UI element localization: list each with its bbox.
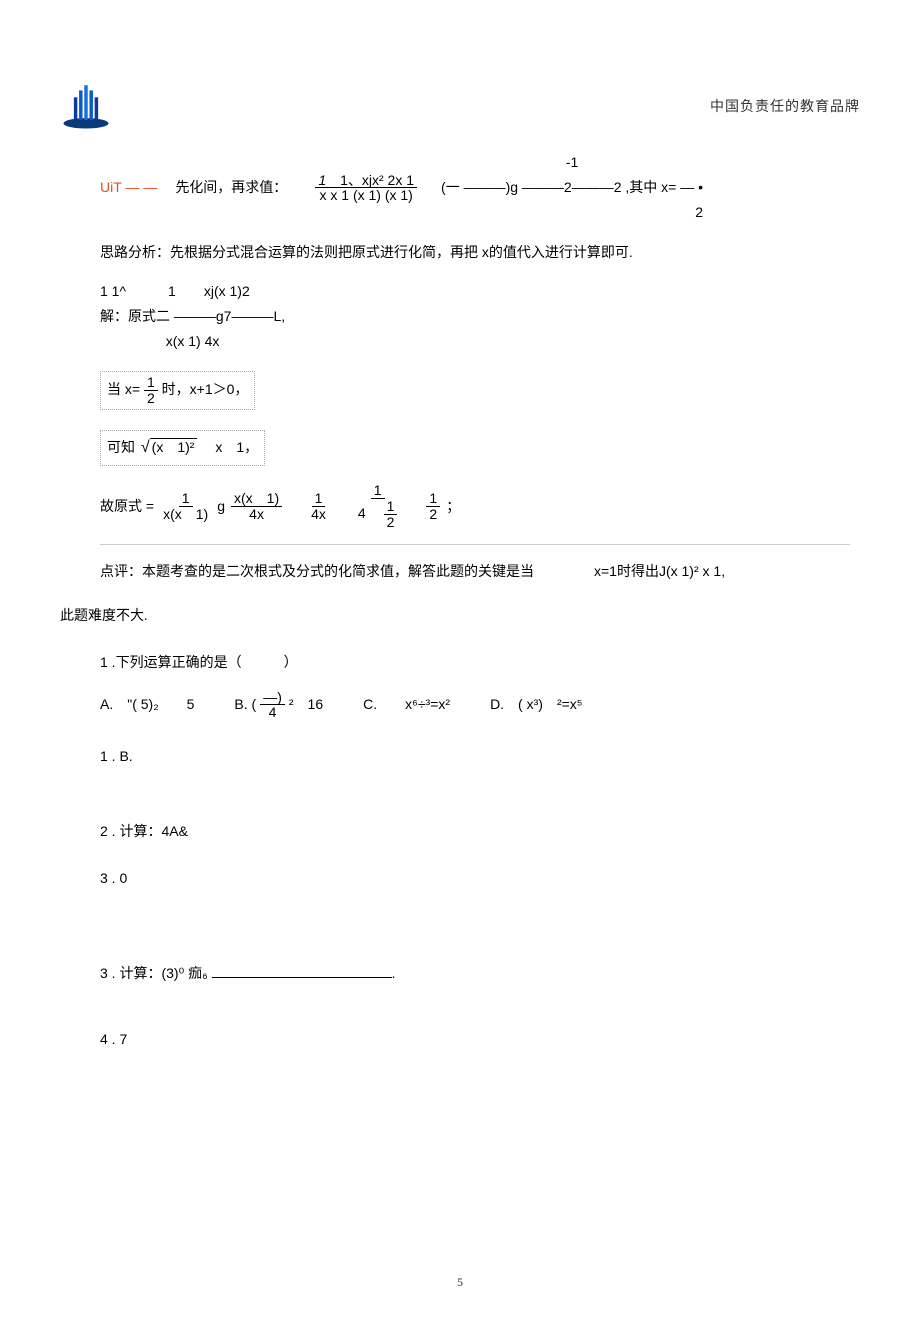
solution-step3: 可知 (x 1)² x 1， — [100, 427, 850, 470]
page-number: 5 — [457, 1275, 463, 1290]
solution-step1: 1 1^ 1 xj(x 1)2 解：原式二 ———g7———L, x(x 1) … — [100, 279, 850, 355]
comment-line2: 此题难度不大. — [60, 604, 850, 631]
solution-step4: 故原式 = 1 x(x 1) g x(x 1) 4x 1 4x 1 4 — [100, 483, 850, 529]
solution-step2: 当 x= 1 2 时，x+1＞0， — [100, 368, 850, 412]
q2-stem: 2 . 计算：4A& — [100, 819, 850, 844]
q1-options: A. "( 5)₂ 5 B. ( —) 4 ² 16 C. x⁶÷³=x² D.… — [100, 690, 850, 720]
example-prompt: UiT — — 先化间，再求值： 1 1、xjx² 2x 1 x x 1 (x … — [100, 150, 850, 226]
q1-answer: 1 . B. — [100, 744, 850, 769]
brand-text: 中国负责任的教育品牌 — [710, 96, 860, 116]
analysis-text: 思路分析：先根据分式混合运算的法则把原式进行化简，再把 x的值代入进行计算即可. — [100, 240, 850, 265]
divider — [100, 544, 850, 545]
q3-stem: 3 . 计算：(3)⁰ 痂₆ . — [100, 961, 850, 986]
q1-stem: 1 .下列运算正确的是（ ） — [100, 650, 850, 675]
q2-answer: 3 . 0 — [100, 866, 850, 891]
fill-blank — [212, 963, 392, 978]
comment-line1: 点评：本题考查的是二次根式及分式的化简求值，解答此题的关键是当 x=1时得出J(… — [100, 559, 850, 584]
q3-answer: 4 . 7 — [100, 1027, 850, 1052]
logo-icon — [60, 80, 112, 132]
